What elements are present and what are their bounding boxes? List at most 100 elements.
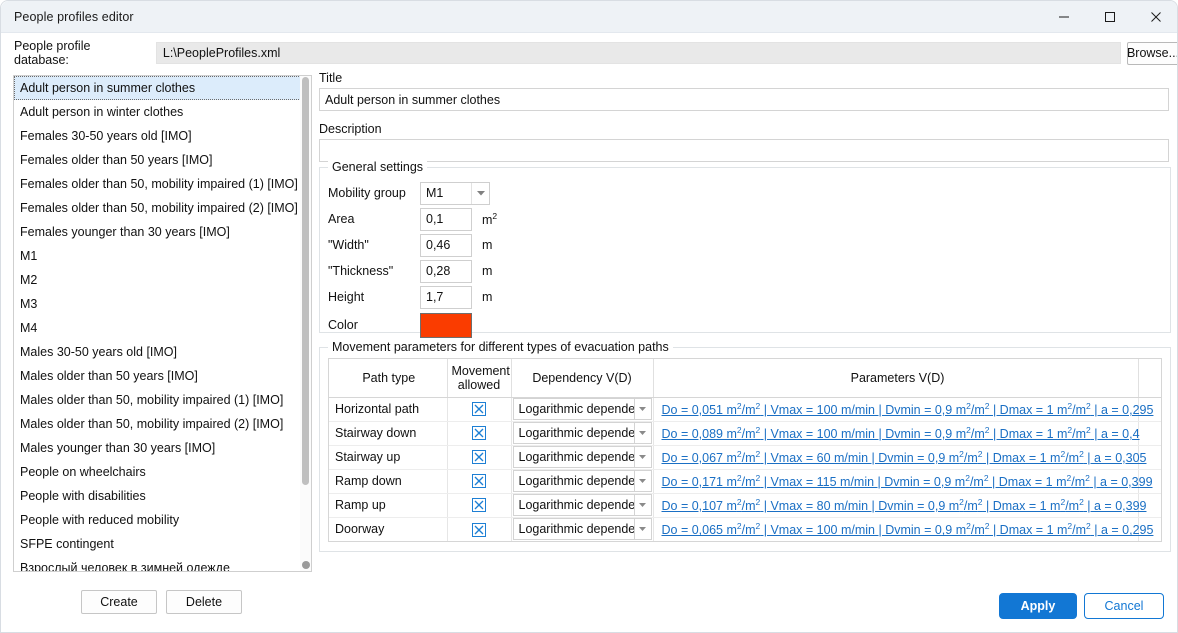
minimize-icon[interactable] [1041, 1, 1087, 33]
profile-list-item[interactable]: Adult person in summer clothes [14, 76, 301, 100]
mobility-group-select[interactable]: M1 [420, 182, 490, 205]
table-row: Ramp upLogarithmic dependeDo = 0,107 m2/… [329, 493, 1162, 517]
parameters-link[interactable]: Do = 0,067 m2/m2 | Vmax = 60 m/min | Dvm… [662, 451, 1147, 465]
cell-dependency[interactable]: Logarithmic depende [511, 517, 653, 541]
profile-list-item[interactable]: Adult person in winter clothes [14, 100, 301, 124]
parameters-link[interactable]: Do = 0,065 m2/m2 | Vmax = 100 m/min | Dv… [662, 523, 1154, 537]
cell-movement-allowed[interactable] [447, 397, 511, 421]
profile-list-item[interactable]: Females older than 50 years [IMO] [14, 148, 301, 172]
cell-movement-allowed[interactable] [447, 445, 511, 469]
cell-dependency[interactable]: Logarithmic depende [511, 445, 653, 469]
dependency-select-value[interactable]: Logarithmic depende [513, 446, 635, 468]
dependency-select-value[interactable]: Logarithmic depende [513, 494, 635, 516]
apply-button[interactable]: Apply [999, 593, 1077, 619]
profile-list-item[interactable]: Females older than 50, mobility impaired… [14, 196, 301, 220]
database-path-field[interactable]: L:\PeopleProfiles.xml [156, 42, 1121, 64]
profile-list-item[interactable]: Males older than 50, mobility impaired (… [14, 388, 301, 412]
cell-movement-allowed[interactable] [447, 493, 511, 517]
movement-allowed-checkbox[interactable] [472, 474, 486, 488]
profile-list-item[interactable]: Females younger than 30 years [IMO] [14, 220, 301, 244]
parameters-link[interactable]: Do = 0,171 m2/m2 | Vmax = 115 m/min | Dv… [662, 475, 1153, 489]
description-input[interactable] [319, 139, 1169, 162]
cell-parameters[interactable]: Do = 0,107 m2/m2 | Vmax = 80 m/min | Dvm… [653, 493, 1138, 517]
profile-list-scrollbar[interactable] [300, 76, 311, 571]
profile-list-item[interactable]: Males older than 50, mobility impaired (… [14, 412, 301, 436]
thickness-input[interactable]: 0,28 [420, 260, 472, 283]
cancel-button[interactable]: Cancel [1084, 593, 1164, 619]
profile-list-item[interactable]: M4 [14, 316, 301, 340]
cell-dependency[interactable]: Logarithmic depende [511, 421, 653, 445]
database-row: People profile database: L:\PeopleProfil… [1, 41, 1178, 65]
cell-dependency[interactable]: Logarithmic depende [511, 397, 653, 421]
chevron-down-icon[interactable] [635, 446, 652, 468]
dependency-select-value[interactable]: Logarithmic depende [513, 518, 635, 540]
profile-list-item[interactable]: M1 [14, 244, 301, 268]
dependency-select-value[interactable]: Logarithmic depende [513, 470, 635, 492]
movement-allowed-checkbox[interactable] [472, 498, 486, 512]
dependency-select-value[interactable]: Logarithmic depende [513, 422, 635, 444]
delete-button[interactable]: Delete [166, 590, 242, 614]
profile-list-item[interactable]: M3 [14, 292, 301, 316]
movement-allowed-checkbox[interactable] [472, 426, 486, 440]
create-button[interactable]: Create [81, 590, 157, 614]
profile-list-item[interactable]: Males older than 50 years [IMO] [14, 364, 301, 388]
profile-list-item[interactable]: SFPE contingent [14, 532, 301, 556]
header-path-type[interactable]: Path type [329, 359, 447, 397]
header-movement-allowed[interactable]: Movement allowed [447, 359, 511, 397]
height-input[interactable]: 1,7 [420, 286, 472, 309]
chevron-down-icon[interactable] [635, 518, 652, 540]
profile-list-item[interactable]: Females 30-50 years old [IMO] [14, 124, 301, 148]
area-input[interactable]: 0,1 [420, 208, 472, 231]
chevron-down-icon[interactable] [635, 494, 652, 516]
chevron-down-icon[interactable] [471, 183, 489, 204]
movement-allowed-checkbox[interactable] [472, 450, 486, 464]
profile-list-item[interactable]: Males younger than 30 years [IMO] [14, 436, 301, 460]
maximize-icon[interactable] [1087, 1, 1133, 33]
movement-allowed-checkbox[interactable] [472, 402, 486, 416]
width-input[interactable]: 0,46 [420, 234, 472, 257]
profile-list-item[interactable]: People with reduced mobility [14, 508, 301, 532]
cell-path-type: Stairway up [329, 445, 447, 469]
color-swatch[interactable] [420, 313, 472, 338]
profile-list[interactable]: Adult person in summer clothesAdult pers… [13, 75, 312, 572]
profile-list-item[interactable]: Males 30-50 years old [IMO] [14, 340, 301, 364]
profile-list-item[interactable]: Females older than 50, mobility impaired… [14, 172, 301, 196]
profile-list-item[interactable]: People with disabilities [14, 484, 301, 508]
movement-allowed-checkbox[interactable] [472, 523, 486, 537]
color-row: Color [328, 310, 1162, 340]
chevron-down-icon[interactable] [635, 422, 652, 444]
parameters-link[interactable]: Do = 0,107 m2/m2 | Vmax = 80 m/min | Dvm… [662, 499, 1147, 513]
cell-parameters[interactable]: Do = 0,067 m2/m2 | Vmax = 60 m/min | Dvm… [653, 445, 1138, 469]
parameters-link[interactable]: Do = 0,089 m2/m2 | Vmax = 100 m/min | Dv… [662, 427, 1140, 441]
parameters-link[interactable]: Do = 0,051 m2/m2 | Vmax = 100 m/min | Dv… [662, 403, 1154, 417]
cell-parameters[interactable]: Do = 0,051 m2/m2 | Vmax = 100 m/min | Dv… [653, 397, 1138, 421]
header-end-spacer [1138, 359, 1162, 397]
profile-list-item[interactable]: Взрослый человек в зимней одежде [14, 556, 301, 572]
height-row: Height 1,7 m [328, 284, 1162, 310]
cell-parameters[interactable]: Do = 0,089 m2/m2 | Vmax = 100 m/min | Dv… [653, 421, 1138, 445]
profile-list-item[interactable]: M2 [14, 268, 301, 292]
dependency-select-value[interactable]: Logarithmic depende [513, 398, 635, 420]
title-input[interactable]: Adult person in summer clothes [319, 88, 1169, 111]
close-icon[interactable] [1133, 1, 1178, 33]
area-unit: m2 [482, 211, 497, 227]
cell-movement-allowed[interactable] [447, 469, 511, 493]
scrollbar-thumb[interactable] [302, 77, 309, 485]
profile-list-item[interactable]: People on wheelchairs [14, 460, 301, 484]
cell-dependency[interactable]: Logarithmic depende [511, 469, 653, 493]
width-row: "Width" 0,46 m [328, 232, 1162, 258]
cell-dependency[interactable]: Logarithmic depende [511, 493, 653, 517]
table-row: DoorwayLogarithmic dependeDo = 0,065 m2/… [329, 517, 1162, 541]
header-dependency[interactable]: Dependency V(D) [511, 359, 653, 397]
cell-parameters[interactable]: Do = 0,171 m2/m2 | Vmax = 115 m/min | Dv… [653, 469, 1138, 493]
cell-movement-allowed[interactable] [447, 421, 511, 445]
chevron-down-icon[interactable] [635, 398, 652, 420]
chevron-down-icon[interactable] [635, 470, 652, 492]
area-label: Area [328, 212, 420, 226]
scroll-down-icon[interactable] [302, 561, 310, 569]
width-label: "Width" [328, 238, 420, 252]
cell-parameters[interactable]: Do = 0,065 m2/m2 | Vmax = 100 m/min | Dv… [653, 517, 1138, 541]
browse-button[interactable]: Browse... [1127, 42, 1178, 65]
cell-movement-allowed[interactable] [447, 517, 511, 541]
header-parameters[interactable]: Parameters V(D) [653, 359, 1138, 397]
